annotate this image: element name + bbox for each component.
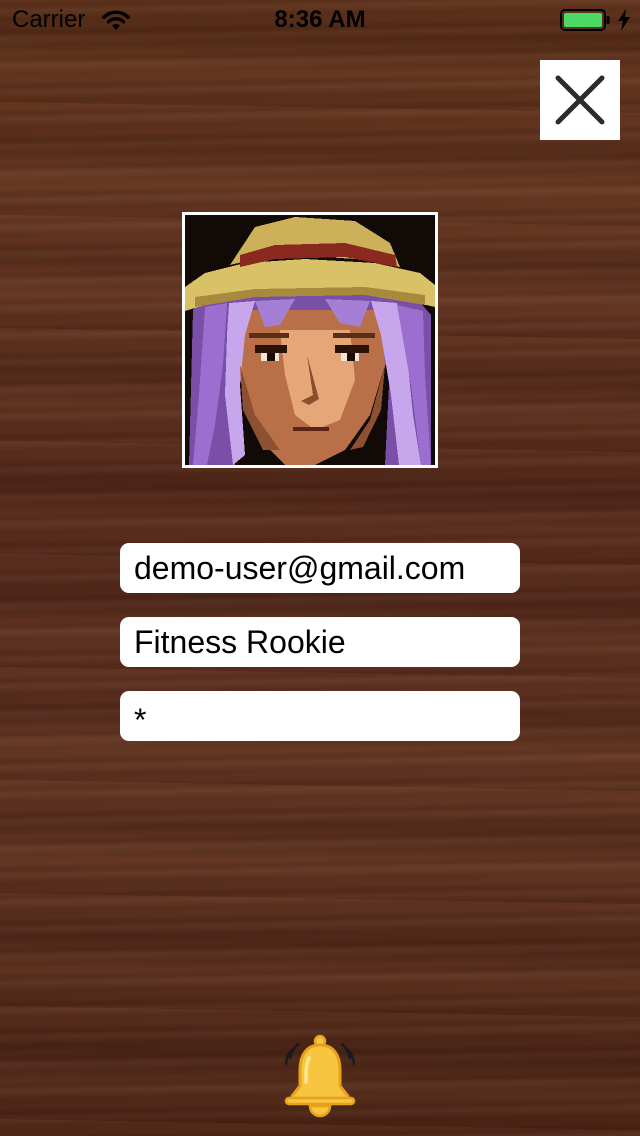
status-time: 8:36 AM	[274, 6, 366, 33]
charging-bolt-icon	[618, 9, 630, 31]
username-field-value: Fitness Rookie	[134, 623, 346, 660]
password-field[interactable]: *	[120, 691, 520, 741]
avatar[interactable]	[182, 212, 438, 468]
email-field[interactable]: demo-user@gmail.com	[120, 543, 520, 593]
close-button[interactable]	[540, 60, 620, 140]
pixel-art-character-portrait-icon	[185, 215, 435, 465]
ringing-bell-icon	[284, 1034, 356, 1118]
email-field-value: demo-user@gmail.com	[134, 549, 466, 586]
battery-icon	[560, 9, 610, 31]
notification-bell-button[interactable]	[280, 1034, 360, 1118]
username-field[interactable]: Fitness Rookie	[120, 617, 520, 667]
password-field-value: *	[134, 701, 147, 738]
close-icon	[555, 75, 605, 125]
status-bar: Carrier 8:36 AM	[0, 0, 640, 40]
